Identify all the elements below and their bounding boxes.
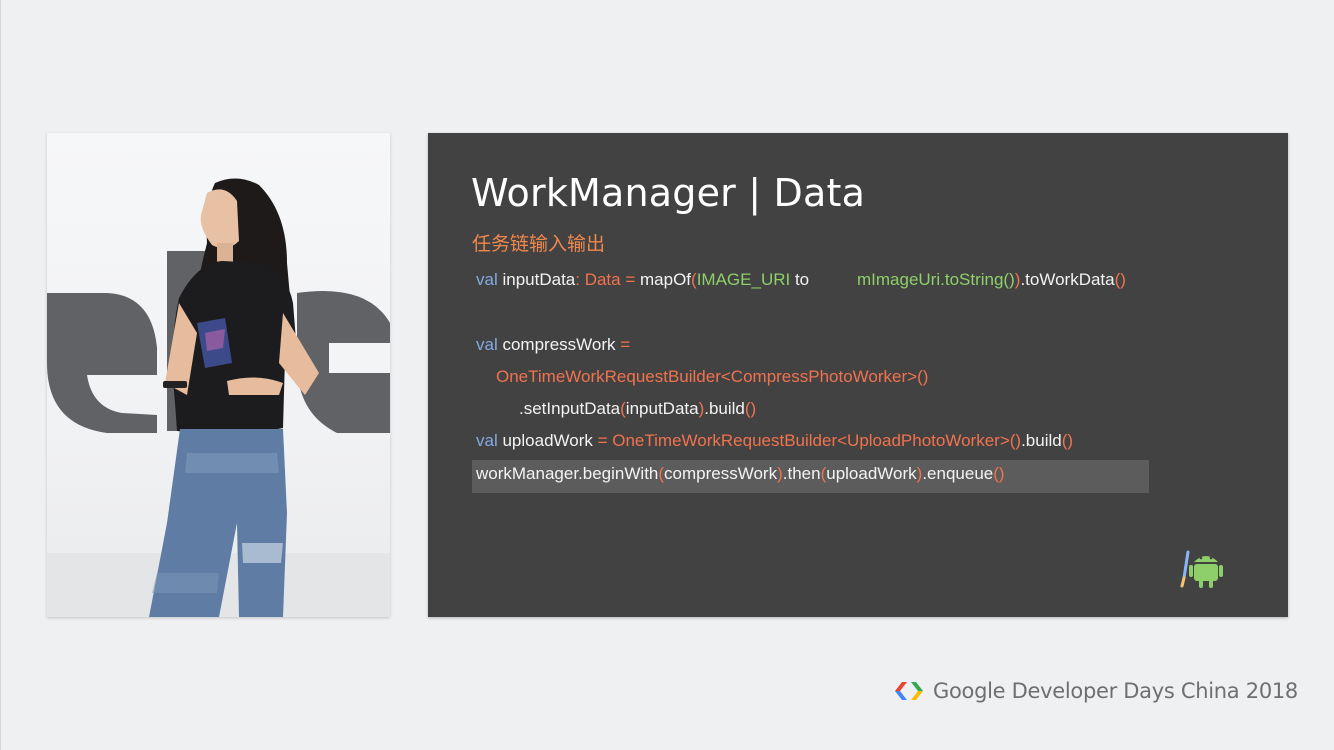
- code-line-compress-builder: OneTimeWorkRequestBuilder<CompressPhotoW…: [496, 367, 928, 387]
- code-token: (): [744, 399, 757, 418]
- code-token: compressWork: [664, 464, 778, 483]
- code-token: workManager.beginWith: [476, 464, 659, 483]
- code-line-set-input-data: .setInputData(inputData).build(): [519, 399, 756, 419]
- code-token: to: [790, 270, 810, 289]
- code-token: .toWorkData: [1020, 270, 1115, 289]
- code-token: =: [615, 335, 631, 354]
- code-token: OneTimeWorkRequestBuilder<CompressPhotoW…: [496, 367, 929, 386]
- code-token: Data: [584, 270, 621, 289]
- code-line-compress-work: val compressWork =: [476, 335, 630, 355]
- code-token: =: [620, 270, 640, 289]
- code-token: =: [592, 431, 613, 450]
- android-logo-icon: [1180, 550, 1223, 588]
- code-token: :: [575, 270, 585, 289]
- code-token: OneTimeWorkRequestBuilder<UploadPhotoWor…: [612, 431, 1022, 450]
- code-line-enqueue: workManager.beginWith(compressWork).then…: [476, 464, 1005, 484]
- event-name: Google Developer Days China 2018: [933, 679, 1298, 703]
- code-token: IMAGE_URI: [696, 270, 791, 289]
- code-token: .setInputData: [519, 399, 621, 418]
- code-line-upload-work: val uploadWork = OneTimeWorkRequestBuild…: [476, 431, 1073, 451]
- code-token: val: [476, 270, 503, 289]
- code-token: mImageUri.toString(): [857, 270, 1015, 289]
- code-token: (): [1061, 431, 1074, 450]
- code-block: val inputData: Data = mapOf(IMAGE_URI to…: [428, 133, 1288, 617]
- code-token: compressWork: [502, 335, 616, 354]
- code-line-input-data: val inputData: Data = mapOf(IMAGE_URI to: [476, 270, 809, 290]
- code-token: .build: [1021, 431, 1062, 450]
- code-token: val: [476, 335, 503, 354]
- code-line-input-data-cont: mImageUri.toString()).toWorkData(): [857, 270, 1126, 290]
- code-token: .build: [704, 399, 745, 418]
- google-developers-logo-icon: [895, 682, 923, 700]
- code-token: mapOf: [640, 270, 692, 289]
- code-token: (): [1114, 270, 1126, 289]
- code-token: val: [476, 431, 503, 450]
- code-token: (): [993, 464, 1005, 483]
- speaker-video-frame: [47, 178, 390, 617]
- code-token: inputData: [625, 399, 699, 418]
- presentation-slide: WorkManager | Data 任务链输入输出 val inputData…: [428, 133, 1288, 617]
- code-token: inputData: [502, 270, 576, 289]
- code-token: uploadWork: [826, 464, 917, 483]
- code-token: .enqueue: [922, 464, 994, 483]
- code-token: .then: [782, 464, 821, 483]
- speaker-video: [47, 133, 390, 617]
- code-token: uploadWork: [502, 431, 593, 450]
- event-branding: Google Developer Days China 2018: [893, 676, 1298, 706]
